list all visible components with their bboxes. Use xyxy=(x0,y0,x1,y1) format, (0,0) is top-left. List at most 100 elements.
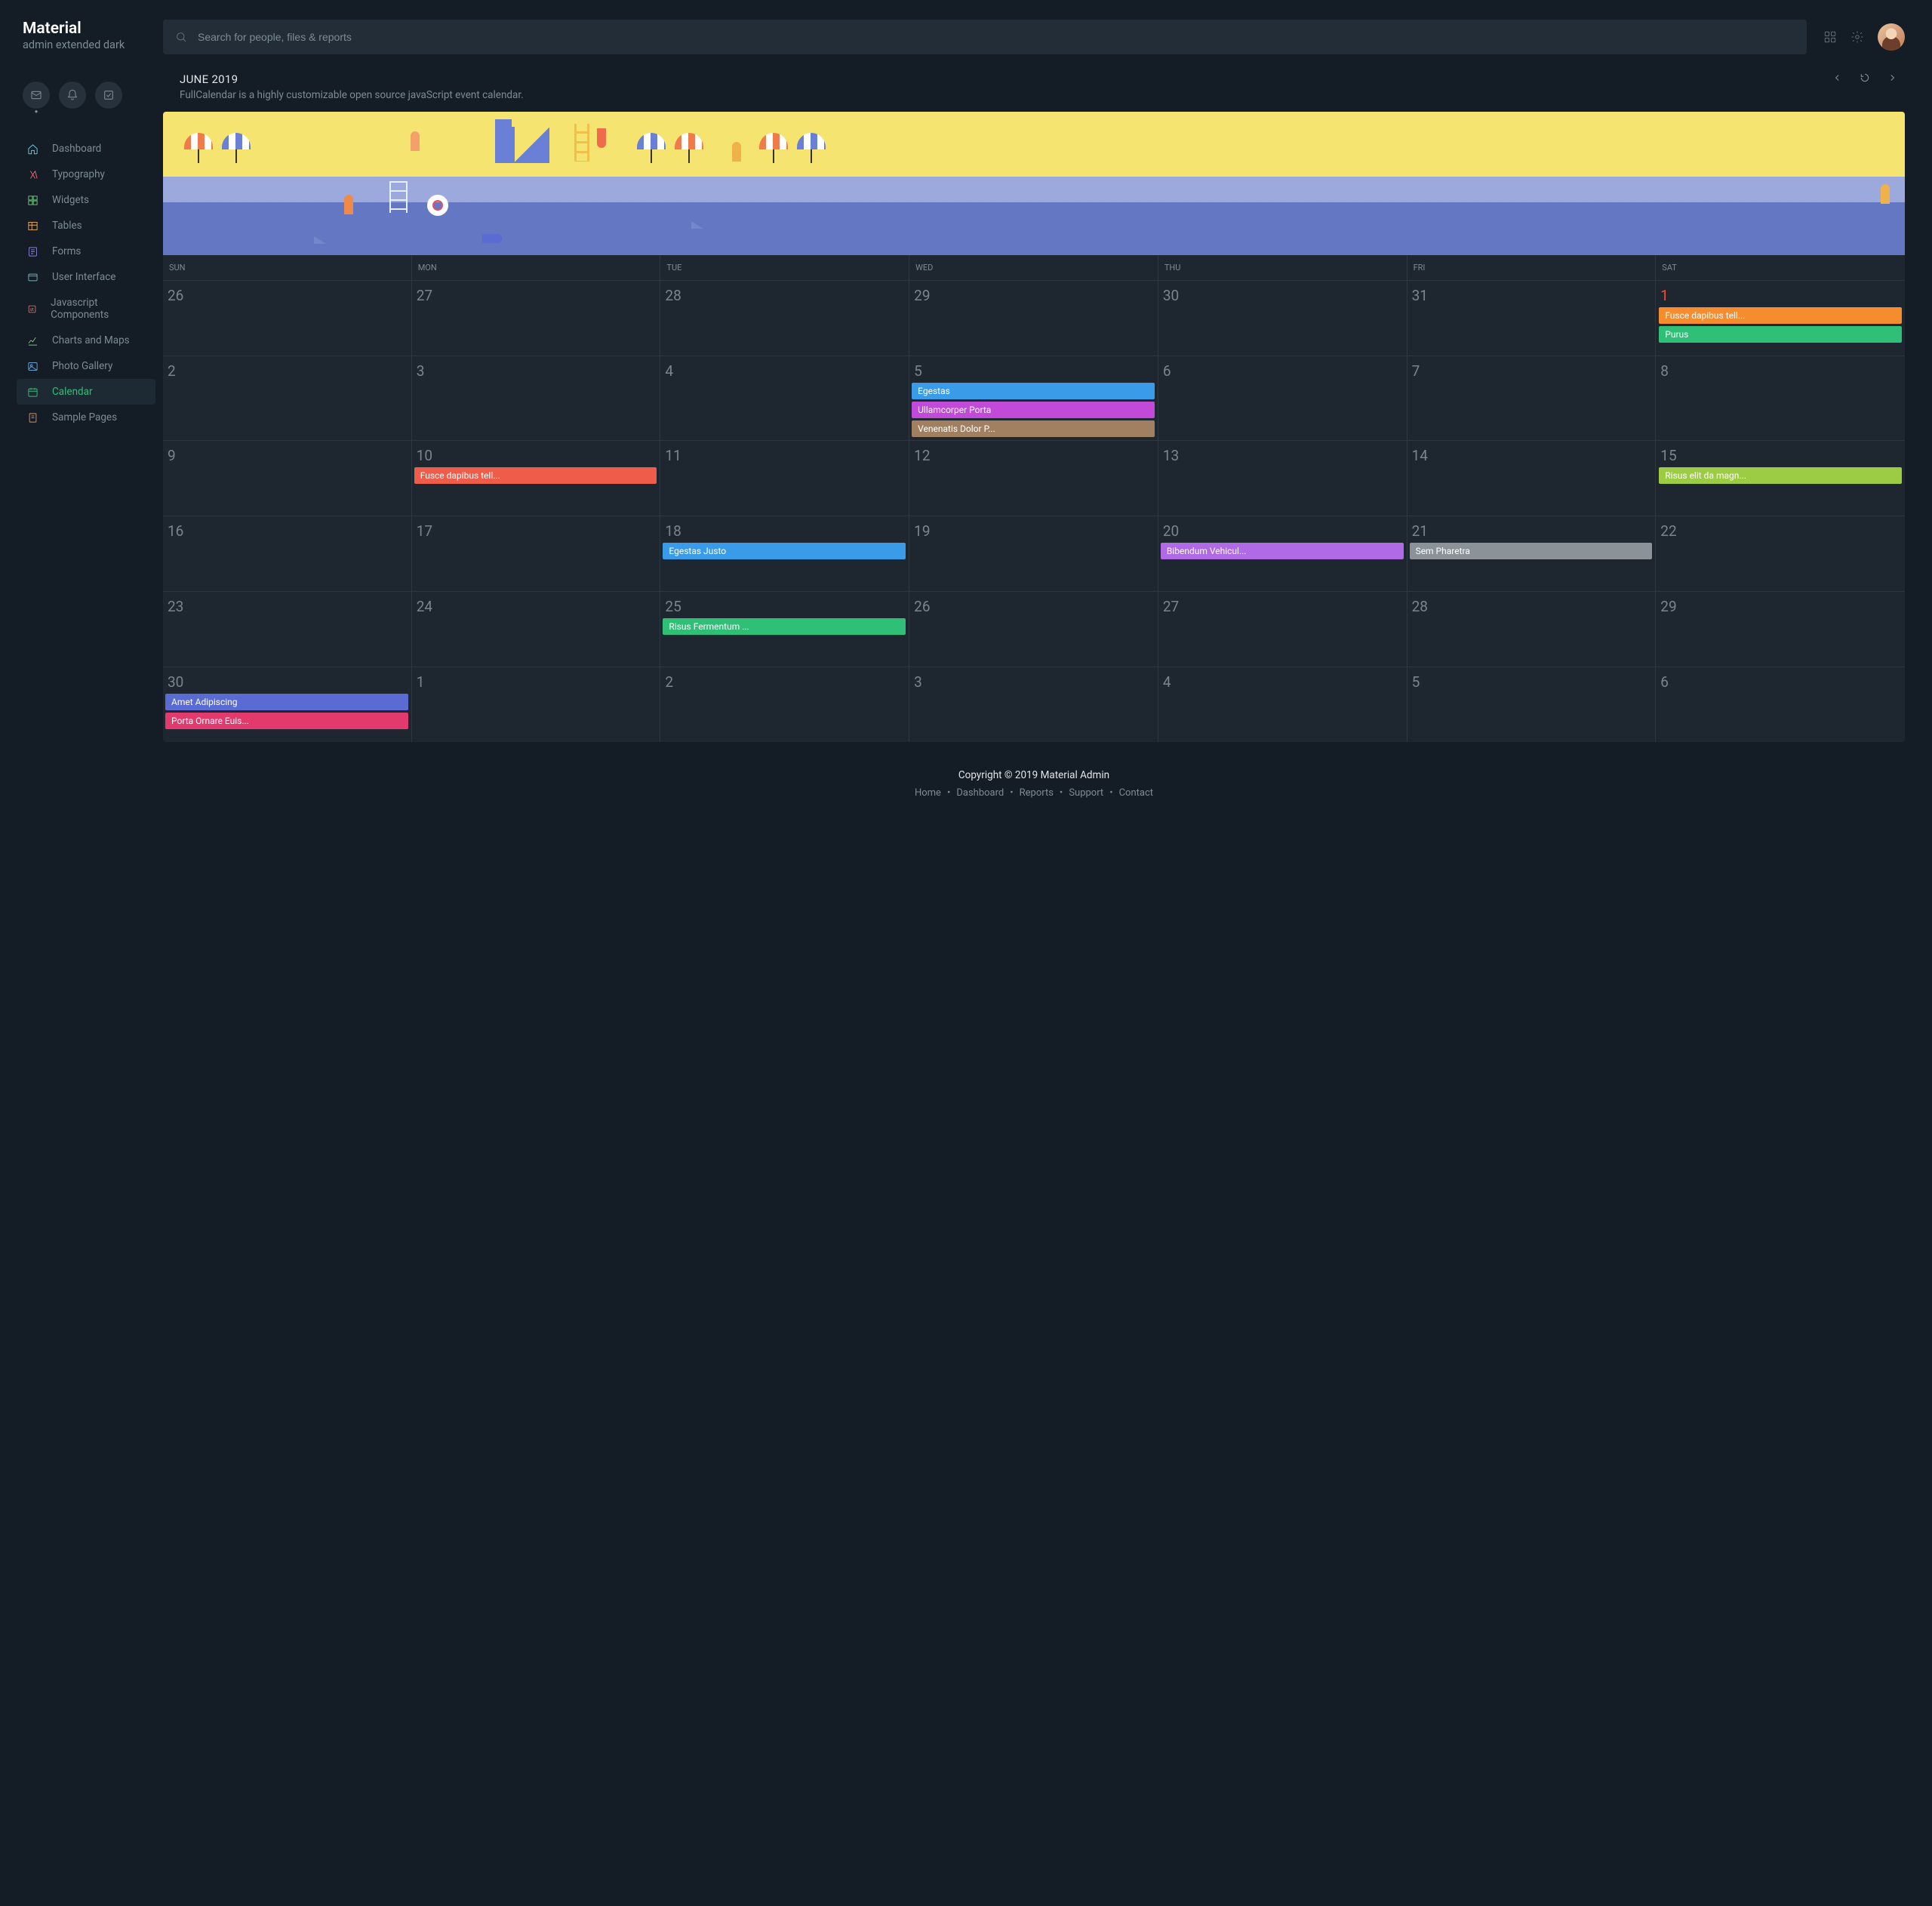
calendar-day[interactable]: 18Egestas Justo xyxy=(660,516,909,591)
sidebar-item-charts-and-maps[interactable]: Charts and Maps xyxy=(17,328,155,353)
sidebar-item-javascript-components[interactable]: Javascript Components xyxy=(17,290,155,328)
sidebar-item-tables[interactable]: Tables xyxy=(17,213,155,239)
sidebar-item-label: Tables xyxy=(52,220,82,232)
prev-icon[interactable] xyxy=(1832,72,1843,83)
calendar-day[interactable]: 12 xyxy=(909,440,1158,516)
calendar-day[interactable]: 3 xyxy=(909,667,1158,742)
calendar-day[interactable]: 3 xyxy=(412,356,661,440)
calendar-event[interactable]: Amet Adipiscing xyxy=(165,694,408,710)
calendar-event[interactable]: Sem Pharetra xyxy=(1410,543,1653,559)
sidebar-item-widgets[interactable]: Widgets xyxy=(17,187,155,213)
calendar-day[interactable]: 28 xyxy=(660,280,909,356)
top-actions xyxy=(1823,23,1905,51)
nav: Dashboard Typography Widgets Tables FormsUse… xyxy=(0,131,163,445)
calendar-day[interactable]: 20Bibendum Vehicul... xyxy=(1158,516,1407,591)
calendar-event[interactable]: Risus elit da magn... xyxy=(1659,467,1902,484)
calendar-day[interactable]: 8 xyxy=(1656,356,1905,440)
calendar-day[interactable]: 14 xyxy=(1407,440,1657,516)
refresh-icon[interactable] xyxy=(1860,72,1870,83)
calendar-day[interactable]: 1 xyxy=(412,667,661,742)
calendar-day[interactable]: 16 xyxy=(163,516,412,591)
calendar-day[interactable]: 28 xyxy=(1407,591,1657,667)
calendar-event[interactable]: Fusce dapibus tell... xyxy=(1659,307,1902,324)
mail-icon[interactable]: ● xyxy=(23,82,50,109)
calendar-day[interactable]: 27 xyxy=(1158,591,1407,667)
calendar-day[interactable]: 19 xyxy=(909,516,1158,591)
calendar-day[interactable]: 4 xyxy=(660,356,909,440)
calendar-day[interactable]: 30 xyxy=(1158,280,1407,356)
apps-icon[interactable] xyxy=(1823,30,1837,44)
calendar-day[interactable]: 23 xyxy=(163,591,412,667)
day-header: SUN xyxy=(163,255,412,280)
calendar-day[interactable]: 26 xyxy=(163,280,412,356)
footer-link[interactable]: Support xyxy=(1069,787,1103,799)
day-number: 25 xyxy=(663,596,906,618)
next-icon[interactable] xyxy=(1887,72,1897,83)
calendar-day[interactable]: 17 xyxy=(412,516,661,591)
calendar-day[interactable]: 27 xyxy=(412,280,661,356)
calendar-event[interactable]: Porta Ornare Euis... xyxy=(165,713,408,729)
calendar-day[interactable]: 31 xyxy=(1407,280,1657,356)
calendar-day[interactable]: 21Sem Pharetra xyxy=(1407,516,1657,591)
calendar-day[interactable]: 6 xyxy=(1158,356,1407,440)
table-icon xyxy=(27,220,38,232)
calendar-day[interactable]: 24 xyxy=(412,591,661,667)
calendar-day[interactable]: 26 xyxy=(909,591,1158,667)
calendar-day[interactable]: 5Egestas Ullamcorper Porta Venenatis Dolor… xyxy=(909,356,1158,440)
day-number: 30 xyxy=(1161,285,1404,307)
calendar-day[interactable]: 29 xyxy=(909,280,1158,356)
footer-link[interactable]: Home xyxy=(915,787,941,799)
calendar-day[interactable]: 11 xyxy=(660,440,909,516)
day-number: 5 xyxy=(912,361,1155,383)
day-number: 31 xyxy=(1411,285,1653,307)
sidebar-item-sample-pages[interactable]: Sample Pages xyxy=(17,405,155,430)
day-number: 18 xyxy=(663,521,906,543)
sidebar-item-calendar[interactable]: Calendar xyxy=(17,379,155,405)
calendar-event[interactable]: Venenatis Dolor P... xyxy=(912,420,1155,437)
bell-icon[interactable] xyxy=(59,82,86,109)
footer-link[interactable]: Contact xyxy=(1119,787,1153,799)
calendar-day[interactable]: 10Fusce dapibus tell... xyxy=(412,440,661,516)
footer-links: Home•Dashboard•Reports•Support•Contact xyxy=(163,787,1905,799)
calendar-event[interactable]: Egestas Justo xyxy=(663,543,906,559)
calendar-event[interactable]: Purus xyxy=(1659,326,1902,343)
sidebar-item-user-interface[interactable]: User Interface xyxy=(17,264,155,290)
type-icon xyxy=(27,169,38,180)
calendar-day[interactable]: 5 xyxy=(1407,667,1657,742)
calendar-event[interactable]: Bibendum Vehicul... xyxy=(1161,543,1404,559)
gear-icon[interactable] xyxy=(1850,30,1864,44)
footer-link[interactable]: Dashboard xyxy=(956,787,1004,799)
calendar-day[interactable]: 7 xyxy=(1407,356,1657,440)
check-icon[interactable] xyxy=(95,82,122,109)
sidebar-item-typography[interactable]: Typography xyxy=(17,162,155,187)
avatar[interactable] xyxy=(1878,23,1905,51)
calendar-day[interactable]: 30Amet AdipiscingPorta Ornare Euis... xyxy=(163,667,412,742)
calendar-banner xyxy=(163,112,1905,255)
calendar-event[interactable]: Risus Fermentum ... xyxy=(663,618,906,635)
day-header: TUE xyxy=(660,255,909,280)
search[interactable] xyxy=(163,20,1807,54)
calendar-day[interactable]: 29 xyxy=(1656,591,1905,667)
calendar-event[interactable]: Egestas xyxy=(912,383,1155,399)
sidebar-item-dashboard[interactable]: Dashboard xyxy=(17,136,155,162)
calendar-day[interactable]: 9 xyxy=(163,440,412,516)
calendar-day[interactable]: 6 xyxy=(1656,667,1905,742)
calendar-day[interactable]: 22 xyxy=(1656,516,1905,591)
day-number: 5 xyxy=(1411,672,1653,694)
calendar-day[interactable]: 25Risus Fermentum ... xyxy=(660,591,909,667)
sidebar-item-forms[interactable]: Forms xyxy=(17,239,155,264)
search-input[interactable] xyxy=(187,30,1795,44)
day-number: 8 xyxy=(1659,361,1902,383)
calendar-event[interactable]: Fusce dapibus tell... xyxy=(414,467,657,484)
calendar-day[interactable]: 2 xyxy=(660,667,909,742)
calendar-day[interactable]: 15Risus elit da magn... xyxy=(1656,440,1905,516)
sidebar-item-label: Typography xyxy=(52,168,105,180)
sidebar-item-photo-gallery[interactable]: Photo Gallery xyxy=(17,353,155,379)
footer-link[interactable]: Reports xyxy=(1020,787,1054,799)
calendar-day[interactable]: 13 xyxy=(1158,440,1407,516)
day-number: 10 xyxy=(415,445,657,467)
calendar-day[interactable]: 4 xyxy=(1158,667,1407,742)
calendar-day[interactable]: 1Fusce dapibus tell...Purus xyxy=(1656,280,1905,356)
calendar-event[interactable]: Ullamcorper Porta xyxy=(912,402,1155,418)
calendar-day[interactable]: 2 xyxy=(163,356,412,440)
